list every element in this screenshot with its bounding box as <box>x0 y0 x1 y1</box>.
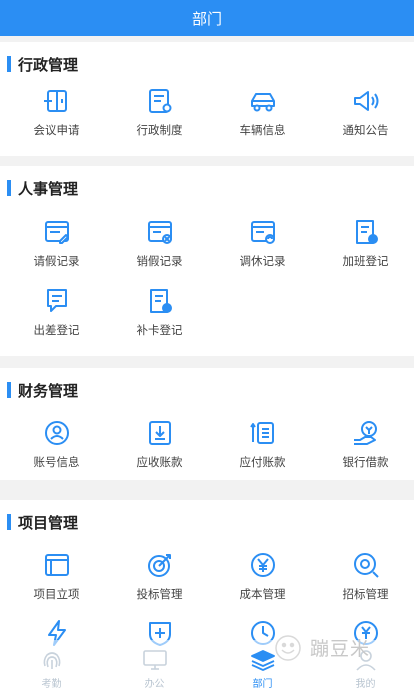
section-title: 人事管理 <box>18 179 79 198</box>
menu-item-leave-cancel[interactable]: 销假记录 <box>108 217 211 273</box>
menu-item-label: 会议申请 <box>33 123 80 137</box>
menu-item-admin-policy[interactable]: 行政制度 <box>108 86 211 142</box>
menu-item-label: 投标管理 <box>136 587 183 601</box>
menu-item-shift-record[interactable]: 调休记录 <box>211 217 314 273</box>
section-title: 项目管理 <box>18 513 79 532</box>
tab-label: 考勤 <box>41 679 62 690</box>
section-accent-bar <box>7 56 11 72</box>
menu-item-label: 账号信息 <box>33 455 80 469</box>
leave-edit-icon <box>44 221 69 244</box>
menu-item-label: 成本管理 <box>239 587 286 601</box>
menu-item-vehicle-info[interactable]: 车辆信息 <box>211 86 314 142</box>
menu-item-card-supplement[interactable]: 补卡登记 <box>108 286 211 342</box>
menu-item-project-setup[interactable]: 项目立项 <box>5 550 108 606</box>
section-title: 财务管理 <box>18 381 79 400</box>
menu-item-label: 应收账款 <box>136 455 183 469</box>
menu-item-label: 出差登记 <box>33 323 80 337</box>
tab-label: 我的 <box>355 679 376 690</box>
section-admin: 行政管理 会议申请 行政制度 车辆信息 通知公告 <box>0 42 414 156</box>
account-user-icon <box>44 421 69 445</box>
card-supplement-icon <box>149 289 172 313</box>
cost-yen-icon <box>250 553 275 577</box>
menu-item-label: 银行借款 <box>342 455 389 469</box>
menu-item-receivable[interactable]: 应收账款 <box>108 418 211 474</box>
bid-target-icon <box>147 554 171 577</box>
menu-item-business-trip[interactable]: 出差登记 <box>5 286 108 342</box>
section-accent-bar <box>7 180 11 196</box>
page-title: 部门 <box>191 9 222 28</box>
section-hr: 人事管理 请假记录 销假记录 调休记录 加班登记 出差登记 补卡登记 <box>0 166 414 356</box>
tab-attendance[interactable]: 考勤 <box>0 646 103 690</box>
menu-item-bank-loan[interactable]: 银行借款 <box>314 418 414 474</box>
section-header: 项目管理 <box>0 513 79 532</box>
section-accent-bar <box>7 514 11 530</box>
shift-swap-icon <box>250 221 275 244</box>
menu-item-label: 加班登记 <box>342 254 389 268</box>
section-header: 行政管理 <box>0 55 79 74</box>
menu-item-cost-management[interactable]: 成本管理 <box>211 550 314 606</box>
menu-item-label: 应付账款 <box>239 455 286 469</box>
menu-item-label: 车辆信息 <box>239 123 286 137</box>
payable-list-icon <box>249 422 274 444</box>
business-trip-icon <box>46 289 67 312</box>
speaker-icon <box>353 91 378 111</box>
menu-item-leave-record[interactable]: 请假记录 <box>5 217 108 273</box>
bank-loan-icon <box>353 421 377 445</box>
menu-item-label: 招标管理 <box>342 587 389 601</box>
menu-item-meeting-apply[interactable]: 会议申请 <box>5 86 108 142</box>
menu-item-label: 请假记录 <box>33 254 80 268</box>
receivable-icon <box>148 421 171 445</box>
section-finance: 财务管理 账号信息 应收账款 应付账款 银行借款 <box>0 368 414 480</box>
section-accent-bar <box>7 382 11 398</box>
menu-item-bid-management[interactable]: 投标管理 <box>108 550 211 606</box>
menu-item-tender-management[interactable]: 招标管理 <box>314 550 414 606</box>
overtime-clock-icon <box>355 220 378 244</box>
fingerprint-icon <box>43 652 60 669</box>
tab-label: 办公 <box>144 679 165 690</box>
tender-search-icon <box>353 553 379 578</box>
watermark-text: 蹦豆米 <box>310 638 371 660</box>
menu-item-label: 补卡登记 <box>136 323 183 337</box>
menu-item-notice[interactable]: 通知公告 <box>314 86 414 142</box>
car-icon <box>250 93 275 112</box>
menu-item-label: 销假记录 <box>136 254 183 268</box>
tab-office[interactable]: 办公 <box>103 646 206 690</box>
project-folder-icon <box>44 554 69 576</box>
menu-item-label: 行政制度 <box>136 123 183 137</box>
menu-item-label: 调休记录 <box>239 254 286 268</box>
section-title: 行政管理 <box>18 55 79 74</box>
menu-item-overtime[interactable]: 加班登记 <box>314 217 414 273</box>
meeting-door-icon <box>43 90 67 112</box>
menu-item-label: 项目立项 <box>33 587 80 601</box>
computer-icon <box>142 650 167 670</box>
menu-item-account-info[interactable]: 账号信息 <box>5 418 108 474</box>
leave-cancel-icon <box>147 221 172 244</box>
menu-item-payable[interactable]: 应付账款 <box>211 418 314 474</box>
menu-item-label: 通知公告 <box>342 123 389 137</box>
policy-document-icon <box>148 89 171 113</box>
top-bar: 部门 <box>0 0 414 36</box>
section-header: 财务管理 <box>0 381 79 400</box>
section-header: 人事管理 <box>0 179 79 198</box>
tab-label: 部门 <box>252 679 273 690</box>
